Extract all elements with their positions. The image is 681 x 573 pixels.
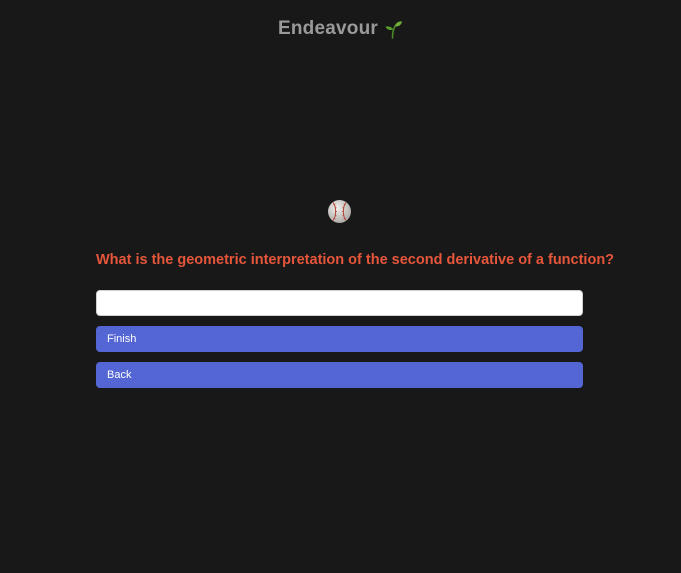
baseball-icon xyxy=(328,200,351,223)
app-header: Endeavour xyxy=(0,18,681,40)
answer-input[interactable] xyxy=(96,290,583,316)
app-title: Endeavour xyxy=(278,18,378,39)
brand: Endeavour xyxy=(278,18,403,40)
question-text: What is the geometric interpretation of … xyxy=(96,252,615,268)
sprout-icon xyxy=(385,21,402,39)
back-button[interactable]: Back xyxy=(96,362,583,388)
finish-button[interactable]: Finish xyxy=(96,326,583,352)
